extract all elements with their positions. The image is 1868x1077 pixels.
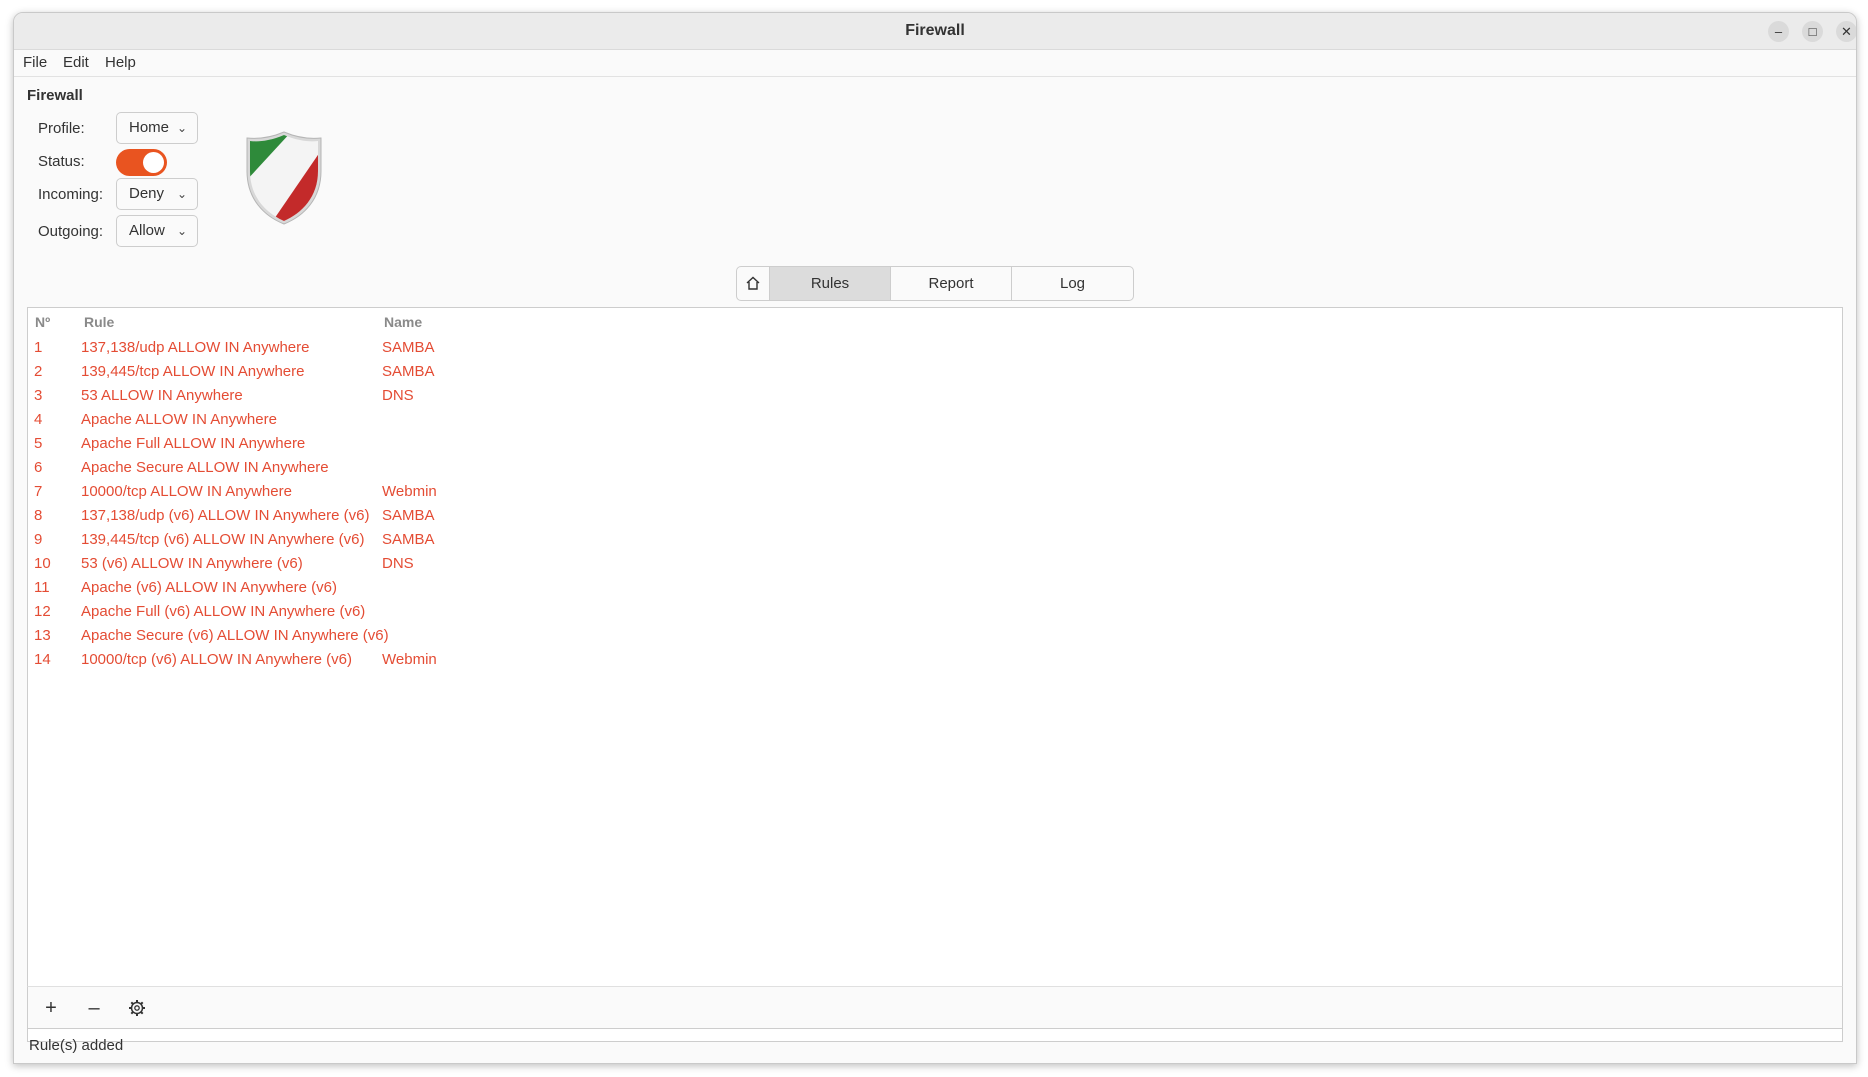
rule-name: Webmin: [382, 651, 437, 668]
rule-name: SAMBA: [382, 507, 435, 524]
tab-rules[interactable]: Rules: [769, 267, 890, 300]
gear-icon: [129, 1000, 145, 1016]
rule-name: SAMBA: [382, 363, 435, 380]
menu-file[interactable]: File: [23, 54, 47, 71]
table-row[interactable]: 2 139,445/tcp ALLOW IN Anywhere SAMBA: [28, 361, 1842, 385]
view-tabs: Rules Report Log: [736, 266, 1134, 301]
rule-number: 2: [34, 363, 43, 380]
window-title: Firewall: [905, 22, 965, 39]
rule-number: 7: [34, 483, 43, 500]
rule-text: 137,138/udp (v6) ALLOW IN Anywhere (v6): [81, 507, 370, 524]
table-row[interactable]: 9 139,445/tcp (v6) ALLOW IN Anywhere (v6)…: [28, 529, 1842, 553]
rule-text: 10000/tcp (v6) ALLOW IN Anywhere (v6): [81, 651, 352, 668]
home-icon: [746, 276, 760, 290]
rule-text: Apache Secure (v6) ALLOW IN Anywhere (v6…: [81, 627, 389, 644]
status-label: Status:: [38, 153, 85, 170]
column-header-name[interactable]: Name: [384, 314, 422, 330]
chevron-down-icon: ⌄: [176, 224, 187, 238]
rule-name: Webmin: [382, 483, 437, 500]
incoming-select[interactable]: Deny ⌄: [116, 178, 198, 210]
menubar: File Edit Help: [14, 50, 1856, 77]
rule-text: Apache Full (v6) ALLOW IN Anywhere (v6): [81, 603, 366, 620]
titlebar: Firewall – □ ✕: [14, 13, 1856, 50]
table-row[interactable]: 3 53 ALLOW IN Anywhere DNS: [28, 385, 1842, 409]
rule-name: SAMBA: [382, 339, 435, 356]
column-header-number[interactable]: Nº: [35, 314, 50, 330]
tab-report[interactable]: Report: [890, 267, 1011, 300]
rule-number: 4: [34, 411, 43, 428]
table-row[interactable]: 11 Apache (v6) ALLOW IN Anywhere (v6): [28, 577, 1842, 601]
table-row[interactable]: 1 137,138/udp ALLOW IN Anywhere SAMBA: [28, 337, 1842, 361]
rule-text: Apache Secure ALLOW IN Anywhere: [81, 459, 329, 476]
rule-name: SAMBA: [382, 531, 435, 548]
profile-value: Home: [129, 119, 170, 136]
table-row[interactable]: 10 53 (v6) ALLOW IN Anywhere (v6) DNS: [28, 553, 1842, 577]
menu-edit[interactable]: Edit: [63, 54, 89, 71]
table-row[interactable]: 14 10000/tcp (v6) ALLOW IN Anywhere (v6) W…: [28, 649, 1842, 673]
toggle-knob: [143, 152, 164, 173]
outgoing-value: Allow: [129, 222, 165, 239]
rule-text: 53 ALLOW IN Anywhere: [81, 387, 243, 404]
firewall-shield-icon: [246, 131, 322, 225]
profile-label: Profile:: [38, 120, 85, 137]
rule-text: 139,445/tcp (v6) ALLOW IN Anywhere (v6): [81, 531, 365, 548]
rules-list[interactable]: Nº Rule Name 1 137,138/udp ALLOW IN Anywh…: [27, 307, 1843, 1042]
rule-name: DNS: [382, 555, 414, 572]
table-row[interactable]: 13 Apache Secure (v6) ALLOW IN Anywhere (…: [28, 625, 1842, 649]
incoming-label: Incoming:: [38, 186, 104, 203]
add-rule-button[interactable]: +: [38, 995, 64, 1021]
minimize-button[interactable]: –: [1768, 21, 1789, 42]
rule-number: 3: [34, 387, 43, 404]
rule-number: 5: [34, 435, 43, 452]
menu-help[interactable]: Help: [105, 54, 136, 71]
table-row[interactable]: 5 Apache Full ALLOW IN Anywhere: [28, 433, 1842, 457]
status-toggle[interactable]: [116, 149, 167, 176]
app-window: Firewall – □ ✕ File Edit Help Firewall P…: [13, 12, 1857, 1064]
home-tab[interactable]: [737, 267, 769, 300]
profile-select[interactable]: Home ⌄: [116, 112, 198, 144]
table-row[interactable]: 6 Apache Secure ALLOW IN Anywhere: [28, 457, 1842, 481]
rule-name: DNS: [382, 387, 414, 404]
rule-text: Apache ALLOW IN Anywhere: [81, 411, 277, 428]
status-message: Rule(s) added: [29, 1037, 124, 1054]
chevron-down-icon: ⌄: [176, 187, 187, 201]
rule-number: 8: [34, 507, 43, 524]
table-row[interactable]: 12 Apache Full (v6) ALLOW IN Anywhere (v6…: [28, 601, 1842, 625]
rules-toolbar: + –: [27, 986, 1843, 1029]
rule-number: 12: [34, 603, 51, 620]
rule-number: 1: [34, 339, 43, 356]
rule-number: 13: [34, 627, 51, 644]
rule-text: 10000/tcp ALLOW IN Anywhere: [81, 483, 292, 500]
table-row[interactable]: 8 137,138/udp (v6) ALLOW IN Anywhere (v6)…: [28, 505, 1842, 529]
rule-number: 6: [34, 459, 43, 476]
rule-text: 137,138/udp ALLOW IN Anywhere: [81, 339, 310, 356]
outgoing-select[interactable]: Allow ⌄: [116, 215, 198, 247]
rule-number: 11: [34, 579, 50, 596]
rule-text: 139,445/tcp ALLOW IN Anywhere: [81, 363, 305, 380]
outgoing-label: Outgoing:: [38, 223, 104, 240]
column-header-rule[interactable]: Rule: [84, 314, 114, 330]
rule-number: 10: [34, 555, 51, 572]
remove-rule-button[interactable]: –: [81, 995, 107, 1021]
rule-text: Apache Full ALLOW IN Anywhere: [81, 435, 306, 452]
table-row[interactable]: 7 10000/tcp ALLOW IN Anywhere Webmin: [28, 481, 1842, 505]
maximize-button[interactable]: □: [1802, 21, 1823, 42]
tab-log[interactable]: Log: [1011, 267, 1133, 300]
close-button[interactable]: ✕: [1836, 21, 1856, 42]
rule-number: 9: [34, 531, 43, 548]
incoming-value: Deny: [129, 185, 165, 202]
edit-rule-button[interactable]: [124, 995, 150, 1021]
section-title: Firewall: [27, 87, 83, 104]
table-row[interactable]: 4 Apache ALLOW IN Anywhere: [28, 409, 1842, 433]
rule-number: 14: [34, 651, 51, 668]
rule-text: Apache (v6) ALLOW IN Anywhere (v6): [81, 579, 337, 596]
chevron-down-icon: ⌄: [176, 121, 187, 135]
rule-text: 53 (v6) ALLOW IN Anywhere (v6): [81, 555, 303, 572]
